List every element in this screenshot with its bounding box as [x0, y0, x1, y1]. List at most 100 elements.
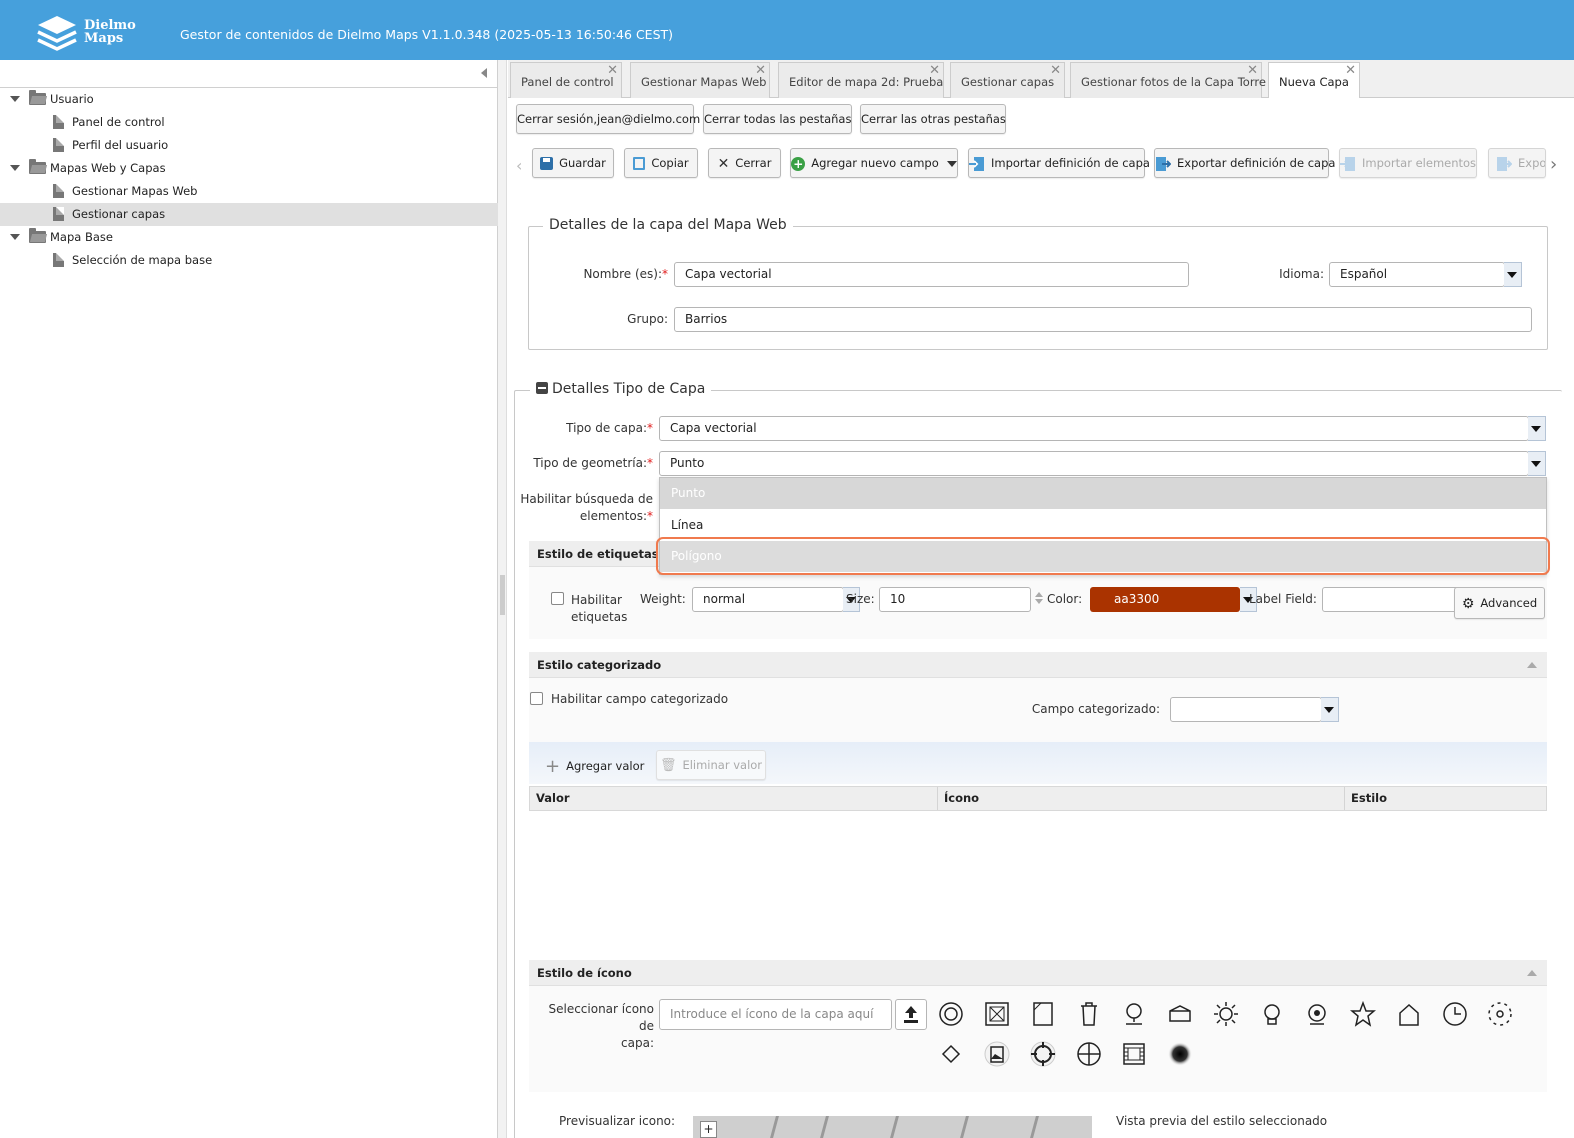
upload-button[interactable]: [895, 999, 927, 1030]
globe-cross-icon[interactable]: [1074, 1039, 1104, 1069]
layer-type-dropdown-trigger[interactable]: [1528, 416, 1546, 441]
import-elements-button[interactable]: Importar elementos: [1339, 148, 1477, 178]
star-icon[interactable]: [1348, 999, 1378, 1029]
advanced-button[interactable]: ⚙ Advanced: [1454, 587, 1545, 619]
circle-target-icon[interactable]: [936, 999, 966, 1029]
tab-nueva-capa[interactable]: Nueva Capa ✕: [1268, 62, 1360, 98]
tab-panel-de-control[interactable]: Panel de control ✕: [510, 62, 622, 98]
layer-type-select[interactable]: Capa vectorial: [659, 416, 1529, 441]
icon-input[interactable]: Introduce el ícono de la capa aquí: [659, 999, 892, 1030]
import-icon: [969, 156, 984, 171]
tab-close-icon[interactable]: ✕: [1050, 63, 1061, 78]
collapse-arrow-icon[interactable]: [1527, 662, 1537, 668]
close-button[interactable]: ✕ Cerrar: [708, 148, 781, 178]
boxed-x-icon[interactable]: [982, 999, 1012, 1029]
tab-gestionar-capas[interactable]: Gestionar capas ✕: [950, 62, 1065, 98]
export-elements-button[interactable]: Expor: [1488, 148, 1546, 178]
collapse-panel-icon[interactable]: [481, 68, 487, 78]
required-mark: *: [647, 421, 653, 435]
enable-labels-checkbox[interactable]: [551, 592, 564, 605]
export-definition-button[interactable]: Exportar definición de capa: [1154, 148, 1335, 178]
preview-style-label: Vista previa del estilo seleccionado: [1116, 1114, 1328, 1128]
logout-button[interactable]: Cerrar sesión,jean@dielmo.com: [516, 104, 700, 134]
close-all-tabs-button[interactable]: Cerrar todas las pestañas: [703, 104, 852, 134]
icon-style-header[interactable]: Estilo de ícono: [529, 960, 1547, 986]
home-icon[interactable]: [1394, 999, 1424, 1029]
enable-categorized-checkbox[interactable]: [530, 692, 543, 705]
categorized-field-select[interactable]: [1170, 697, 1322, 722]
tab-close-icon[interactable]: ✕: [1247, 63, 1258, 78]
diamond-icon[interactable]: [936, 1039, 966, 1069]
tab-close-icon[interactable]: ✕: [929, 63, 940, 78]
toolbar-scroll-right-icon[interactable]: ›: [1550, 154, 1557, 175]
page-corner-icon[interactable]: [1028, 999, 1058, 1029]
option-punto[interactable]: Punto: [660, 478, 1546, 509]
blur-dot-icon[interactable]: [1165, 1039, 1195, 1069]
column-valor[interactable]: Valor: [530, 787, 938, 810]
tab-gestionar-fotos[interactable]: Gestionar fotos de la Capa Torre ✕: [1070, 62, 1266, 98]
trash-bin-icon[interactable]: [1074, 999, 1104, 1029]
panel-splitter[interactable]: [498, 60, 507, 1138]
label-field-select[interactable]: [1322, 587, 1462, 612]
map-preview[interactable]: [693, 1116, 1092, 1138]
geometry-type-dropdown-trigger[interactable]: [1528, 451, 1546, 476]
tree-node-perfil-del-usuario[interactable]: Perfil del usuario: [0, 134, 498, 157]
tree-node-mapas-web-y-capas[interactable]: Mapas Web y Capas: [0, 157, 498, 180]
tree-node-panel-de-control[interactable]: Panel de control: [0, 111, 498, 134]
tree-node-seleccion-mapa-base[interactable]: Selección de mapa base: [0, 249, 498, 272]
crosshair-icon[interactable]: [1028, 1039, 1058, 1069]
column-estilo[interactable]: Estilo: [1345, 787, 1546, 810]
size-spinner[interactable]: [1035, 590, 1045, 610]
size-input[interactable]: 10: [879, 587, 1031, 612]
tab-gestionar-mapas-web[interactable]: Gestionar Mapas Web ✕: [630, 62, 770, 98]
collapse-arrow-icon[interactable]: [1527, 970, 1537, 976]
splitter-grip[interactable]: [500, 575, 505, 615]
weight-select[interactable]: normal: [692, 587, 844, 612]
photo-pin-icon[interactable]: [982, 1039, 1012, 1069]
expand-caret-icon[interactable]: [10, 234, 20, 240]
toolbar-scroll-left-icon[interactable]: ‹: [516, 156, 522, 175]
tree-node-mapa-base[interactable]: Mapa Base: [0, 226, 498, 249]
tree-node-gestionar-capas[interactable]: Gestionar capas: [0, 203, 498, 226]
tab-close-icon[interactable]: ✕: [1345, 63, 1356, 78]
copy-button[interactable]: Copiar: [624, 148, 698, 178]
group-input[interactable]: Barrios: [674, 307, 1532, 332]
save-button[interactable]: Guardar: [532, 148, 614, 178]
name-input[interactable]: Capa vectorial: [674, 262, 1189, 287]
film-frame-icon[interactable]: [1119, 1039, 1149, 1069]
enable-search-label: Habilitar búsqueda de elementos:*: [510, 491, 653, 525]
column-icono[interactable]: Ícono: [938, 787, 1345, 810]
tab-close-icon[interactable]: ✕: [607, 63, 618, 78]
categorized-field-dropdown-trigger[interactable]: [1321, 697, 1339, 722]
close-other-tabs-button[interactable]: Cerrar las otras pestañas: [860, 104, 1006, 134]
language-select[interactable]: Español: [1329, 262, 1505, 287]
dotted-circle-icon[interactable]: [1485, 999, 1515, 1029]
open-box-icon[interactable]: [1165, 999, 1195, 1029]
sun-icon[interactable]: [1211, 999, 1241, 1029]
add-field-button[interactable]: + Agregar nuevo campo: [790, 148, 958, 178]
location-pin-icon[interactable]: [1119, 999, 1149, 1029]
tree-node-usuario[interactable]: Usuario: [0, 88, 498, 111]
clock-icon[interactable]: [1440, 999, 1470, 1029]
tab-label: Editor de mapa 2d: Prueba: [789, 75, 944, 89]
tab-editor-mapa-2d[interactable]: Editor de mapa 2d: Prueba ✕: [778, 62, 944, 98]
collapse-section-icon[interactable]: [536, 382, 548, 394]
categorized-field-label: Campo categorizado:: [1031, 702, 1160, 716]
language-dropdown-trigger[interactable]: [1504, 262, 1522, 287]
map-street: [1030, 1116, 1039, 1138]
tab-close-icon[interactable]: ✕: [755, 63, 766, 78]
remove-value-button[interactable]: 🗑 Eliminar valor: [656, 750, 766, 780]
values-grid-body: [529, 811, 1547, 949]
expand-caret-icon[interactable]: [10, 165, 20, 171]
bulb-pin-icon[interactable]: [1257, 999, 1287, 1029]
tree-node-gestionar-mapas-web[interactable]: Gestionar Mapas Web: [0, 180, 498, 203]
webcam-icon[interactable]: [1302, 999, 1332, 1029]
map-zoom-in-button[interactable]: +: [700, 1121, 717, 1138]
add-value-button[interactable]: + Agregar valor: [545, 756, 644, 777]
geometry-type-select[interactable]: Punto: [659, 451, 1529, 476]
color-picker[interactable]: aa3300: [1090, 587, 1240, 612]
import-definition-button[interactable]: Importar definición de capa: [968, 148, 1150, 178]
categorized-style-header[interactable]: Estilo categorizado: [529, 652, 1547, 678]
expand-caret-icon[interactable]: [10, 96, 20, 102]
import-elements-label: Importar elementos: [1362, 156, 1477, 170]
